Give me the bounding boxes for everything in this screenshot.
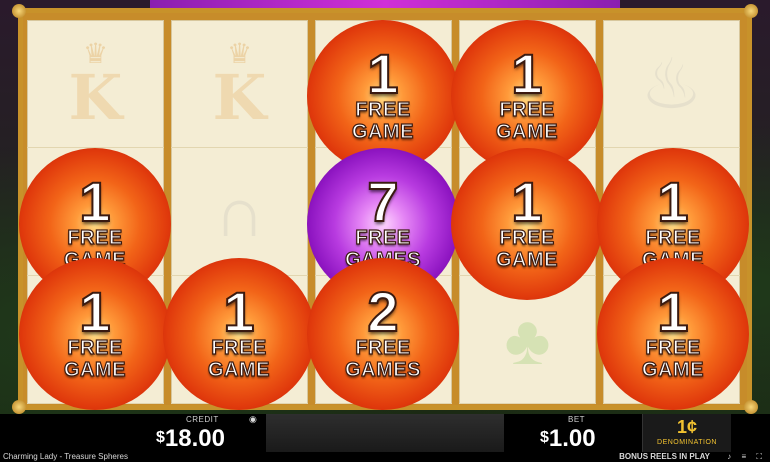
reel-cell: ♛ K	[171, 20, 308, 148]
reel-cell: ♨	[603, 20, 740, 148]
sphere-count: 1	[510, 42, 543, 105]
sphere-count: 1	[656, 280, 689, 343]
sphere-label: FREE	[645, 226, 701, 249]
perfume-bottle-icon: ♨	[640, 45, 703, 123]
bet-amount: 1.00	[548, 425, 596, 452]
king-symbol: ♛ K	[171, 20, 308, 148]
frame-corner-ornament	[12, 400, 26, 414]
sphere-label: GAME	[207, 358, 270, 381]
denomination-button[interactable]: 1¢ DENOMINATION	[642, 414, 731, 452]
credit-label: CREDIT	[186, 415, 219, 424]
sphere-label: GAME	[63, 358, 126, 381]
sphere-count: 2	[366, 280, 399, 343]
free-games-sphere: 2 FREE GAMES	[307, 258, 459, 410]
sphere-label: FREE	[355, 336, 411, 359]
game-title: Charming Lady - Treasure Spheres	[3, 452, 128, 461]
denomination-label: DENOMINATION	[657, 439, 717, 446]
bet-currency: $	[540, 429, 549, 446]
sphere-count: 1	[366, 42, 399, 105]
sphere-label: FREE	[499, 226, 555, 249]
sphere-count: 1	[78, 280, 111, 343]
credit-amount: 18.00	[164, 425, 225, 452]
reel-cell: ∩	[171, 148, 308, 276]
sphere-label: FREE	[645, 336, 701, 359]
sphere-count: 1	[510, 170, 543, 233]
sphere-label: GAME	[641, 358, 704, 381]
sphere-label: FREE	[355, 98, 411, 121]
free-game-sphere: 1 FREE GAME	[597, 258, 749, 410]
credit-currency: $	[156, 429, 165, 446]
king-letter: K	[212, 61, 267, 134]
free-game-sphere: 1 FREE GAME	[19, 258, 171, 410]
sphere-count: 1	[656, 170, 689, 233]
king-symbol: ♛ K	[27, 20, 164, 148]
free-game-sphere: 1 FREE GAME	[451, 148, 603, 300]
reel-cell: ♛ K	[27, 20, 164, 148]
credit-value: $18.00	[156, 425, 225, 453]
denomination-value: 1¢	[676, 417, 698, 437]
sphere-count: 7	[366, 170, 399, 233]
free-game-sphere: 1 FREE GAME	[163, 258, 315, 410]
frame-corner-ornament	[744, 400, 758, 414]
bet-value: $1.00	[540, 425, 596, 453]
credit-display[interactable]: CREDIT $18.00	[130, 414, 266, 452]
sphere-label: FREE	[67, 226, 123, 249]
eye-icon[interactable]: ◉	[249, 415, 261, 424]
sphere-label: GAME	[495, 248, 558, 271]
sphere-label: FREE	[355, 226, 411, 249]
sphere-count: 1	[222, 280, 255, 343]
sphere-label: GAMES	[344, 358, 421, 381]
frame-corner-ornament	[12, 4, 26, 18]
game-status: BONUS REELS IN PLAY	[619, 452, 710, 461]
sphere-label: FREE	[499, 98, 555, 121]
status-bar: Charming Lady - Treasure Spheres BONUS R…	[0, 452, 770, 462]
status-icons[interactable]: ♪ ≡ ⛶	[727, 452, 766, 462]
sphere-label: GAME	[351, 120, 414, 143]
sphere-label: FREE	[211, 336, 267, 359]
bet-display[interactable]: BET $1.00	[504, 414, 642, 452]
sphere-label: FREE	[67, 336, 123, 359]
horseshoe-icon: ∩	[214, 173, 265, 251]
sphere-label: GAME	[495, 120, 558, 143]
sphere-count: 1	[78, 170, 111, 233]
king-letter: K	[68, 61, 123, 134]
message-panel	[266, 414, 504, 452]
bet-label: BET	[568, 415, 586, 424]
frame-corner-ornament	[744, 4, 758, 18]
